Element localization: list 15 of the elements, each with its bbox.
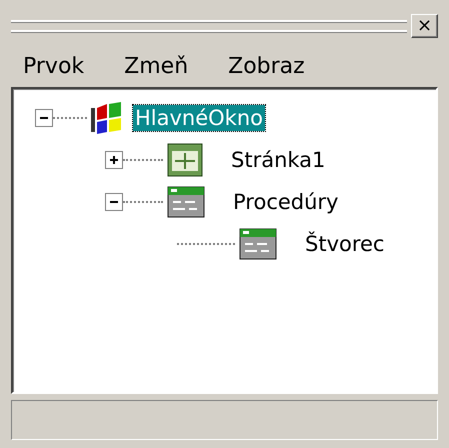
collapse-icon[interactable] [35, 109, 53, 127]
expand-icon[interactable] [105, 151, 123, 169]
form-icon [167, 186, 205, 218]
form-icon [239, 228, 277, 260]
menu-item[interactable]: Zmeň [124, 54, 188, 79]
tree-item[interactable]: Procedúry [231, 189, 340, 215]
menu-item[interactable]: Zobraz [228, 54, 305, 79]
collapse-icon[interactable] [105, 193, 123, 211]
tree-item[interactable]: Stránka1 [229, 147, 328, 173]
title-bar-grip[interactable] [11, 20, 407, 32]
menu-item[interactable]: Prvok [23, 54, 84, 79]
tree-item[interactable]: Štvorec [303, 231, 386, 257]
tree-item[interactable]: HlavnéOkno [133, 105, 265, 131]
close-button[interactable]: × [411, 14, 438, 38]
page-icon [167, 143, 203, 177]
